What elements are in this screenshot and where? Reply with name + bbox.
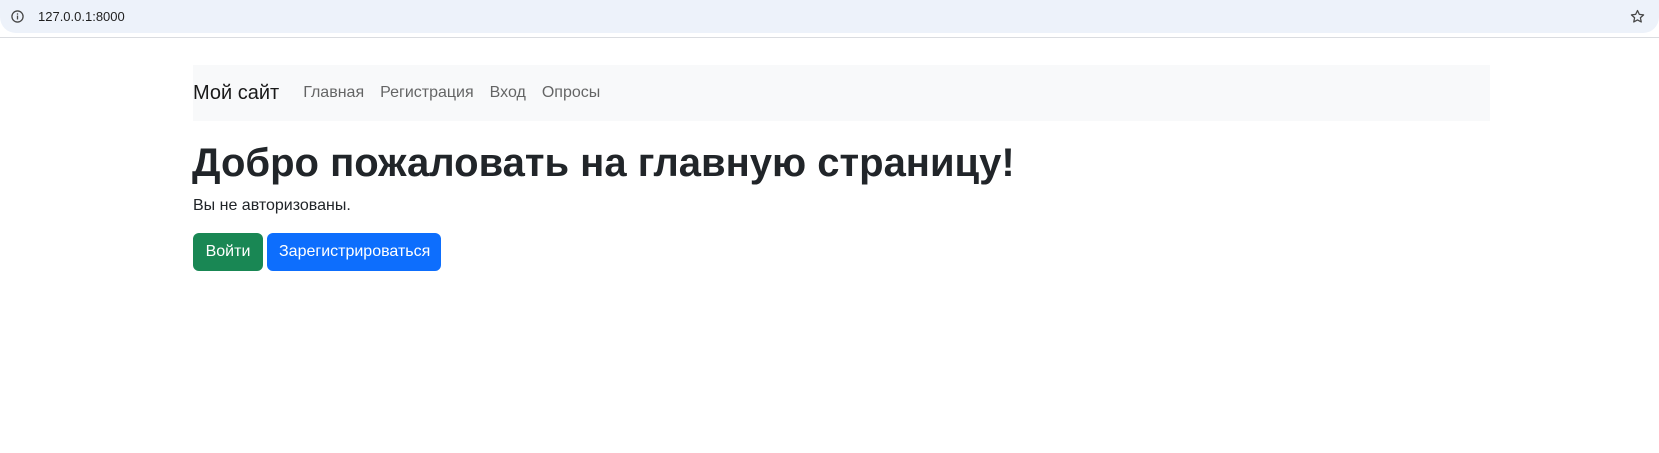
info-icon[interactable] bbox=[11, 10, 24, 23]
browser-toolbar: 127.0.0.1:8000 bbox=[0, 0, 1659, 38]
page-title: Добро пожаловать на главную страницу! bbox=[192, 141, 1015, 185]
nav-link-polls[interactable]: Опросы bbox=[542, 83, 600, 103]
login-button[interactable]: Войти bbox=[193, 233, 263, 271]
address-bar[interactable]: 127.0.0.1:8000 bbox=[0, 0, 1659, 33]
url-text[interactable]: 127.0.0.1:8000 bbox=[38, 9, 125, 25]
site-navbar: Мой сайт Главная Регистрация Вход Опросы bbox=[193, 65, 1490, 121]
auth-status-text: Вы не авторизованы. bbox=[193, 197, 351, 214]
register-button[interactable]: Зарегистрироваться bbox=[267, 233, 441, 271]
star-icon[interactable] bbox=[1629, 8, 1646, 25]
nav-links: Главная Регистрация Вход Опросы bbox=[303, 83, 616, 103]
nav-link-registration[interactable]: Регистрация bbox=[380, 83, 474, 103]
nav-link-home[interactable]: Главная bbox=[303, 83, 364, 103]
navbar-brand[interactable]: Мой сайт bbox=[193, 81, 279, 105]
nav-link-login[interactable]: Вход bbox=[490, 83, 526, 103]
